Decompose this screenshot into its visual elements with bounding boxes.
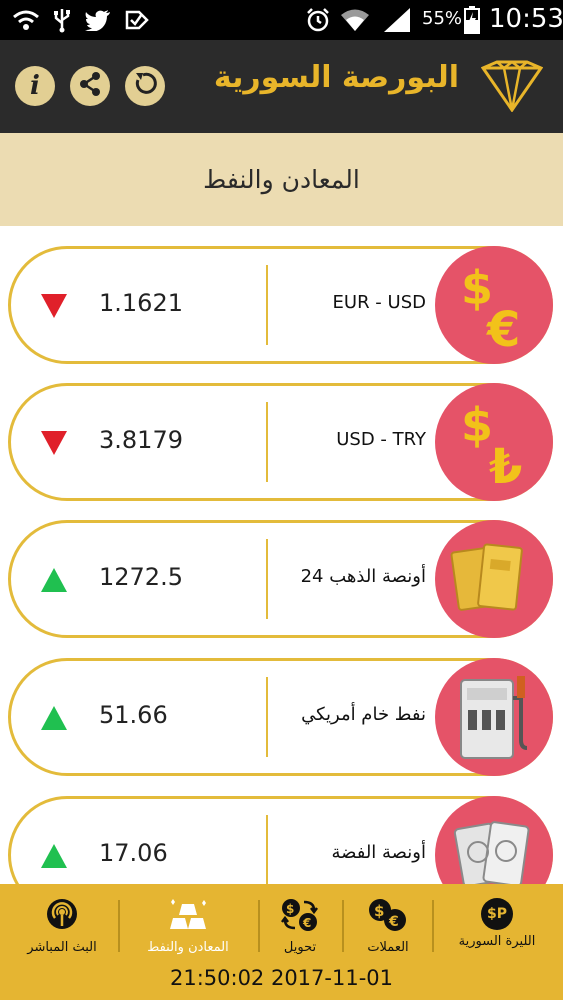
gold-bars-icon (435, 520, 553, 638)
section-title: المعادن والنفط (203, 165, 360, 194)
check-icon (124, 6, 150, 34)
share-icon (77, 71, 103, 101)
item-value: 51.66 (99, 701, 168, 729)
app-title: البورصة السورية (213, 60, 459, 95)
list-item[interactable]: 3.8179 USD - TRY $ ₺ (8, 383, 553, 501)
refresh-button[interactable] (125, 66, 165, 106)
syrian-pound-icon: $P (481, 898, 513, 930)
divider (266, 539, 268, 619)
trend-up-icon (40, 567, 68, 593)
exchange-icon: $ € (278, 898, 322, 936)
nav-exchange[interactable]: $ € تحويل (262, 898, 338, 960)
divider (266, 402, 268, 482)
nav-label: العملات (367, 940, 409, 955)
nav-divider (118, 900, 120, 952)
item-label: أونصة الفضة (331, 842, 426, 863)
divider (266, 815, 268, 895)
info-icon: i (30, 71, 40, 101)
nav-currencies[interactable]: $ € العملات (350, 898, 426, 960)
status-clock: 10:53 (489, 4, 563, 34)
wifi-hotspot-icon (10, 6, 42, 34)
currencies-icon: $ € (366, 898, 410, 936)
nav-divider (258, 900, 260, 952)
svg-text:₺: ₺ (489, 439, 522, 495)
trend-up-icon (40, 705, 68, 731)
nav-syrian-pound[interactable]: $P الليرة السورية (449, 898, 545, 960)
item-label: أونصة الذهب 24 (300, 566, 426, 587)
metals-icon (165, 898, 211, 936)
svg-text:€: € (486, 302, 520, 358)
twitter-icon (84, 6, 112, 34)
nav-divider (432, 900, 434, 952)
item-label: نفط خام أمريكي (301, 704, 426, 725)
wifi-icon (340, 6, 370, 34)
info-button[interactable]: i (15, 66, 55, 106)
list-item[interactable]: 1.1621 EUR - USD $ € (8, 246, 553, 364)
nav-metals-oil[interactable]: المعادن والنفط (124, 898, 252, 960)
item-value: 3.8179 (99, 426, 183, 454)
svg-text:€: € (302, 916, 311, 930)
alarm-icon (305, 6, 331, 34)
item-value: 1.1621 (99, 289, 183, 317)
share-button[interactable] (70, 66, 110, 106)
trend-down-icon (40, 430, 68, 456)
divider (266, 677, 268, 757)
live-broadcast-icon (44, 898, 80, 936)
svg-text:$: $ (374, 902, 384, 920)
item-value: 17.06 (99, 839, 168, 867)
svg-text:$: $ (286, 902, 294, 916)
item-label: EUR - USD (332, 292, 426, 313)
signal-icon (382, 6, 412, 34)
battery-percent: 55% (422, 8, 463, 29)
trend-down-icon (40, 293, 68, 319)
refresh-icon (132, 71, 158, 101)
app-bar: i البورصة السورية (0, 40, 563, 133)
section-header: المعادن والنفط (0, 133, 563, 226)
nav-label: المعادن والنفط (147, 940, 229, 955)
usb-icon (50, 6, 74, 34)
divider (266, 265, 268, 345)
fuel-pump-icon (435, 658, 553, 776)
last-update-datetime: 21:50:02 2017-11-01 (169, 966, 394, 990)
nav-label: تحويل (283, 940, 317, 955)
nav-label: البث المباشر (27, 940, 97, 955)
dollar-lira-icon: $ ₺ (435, 383, 553, 501)
nav-label: الليرة السورية (458, 934, 536, 949)
item-label: USD - TRY (336, 429, 426, 450)
nav-live-broadcast[interactable]: البث المباشر (14, 898, 110, 960)
dollar-euro-icon: $ € (435, 246, 553, 364)
list-item[interactable]: 51.66 نفط خام أمريكي (8, 658, 553, 776)
svg-text:€: € (388, 914, 399, 930)
diamond-logo-icon (480, 60, 544, 113)
trend-up-icon (40, 843, 68, 869)
item-value: 1272.5 (99, 563, 183, 591)
list-item[interactable]: 1272.5 أونصة الذهب 24 (8, 520, 553, 638)
status-bar: 55% 10:53 (0, 0, 563, 40)
nav-divider (342, 900, 344, 952)
battery-icon (462, 6, 482, 34)
